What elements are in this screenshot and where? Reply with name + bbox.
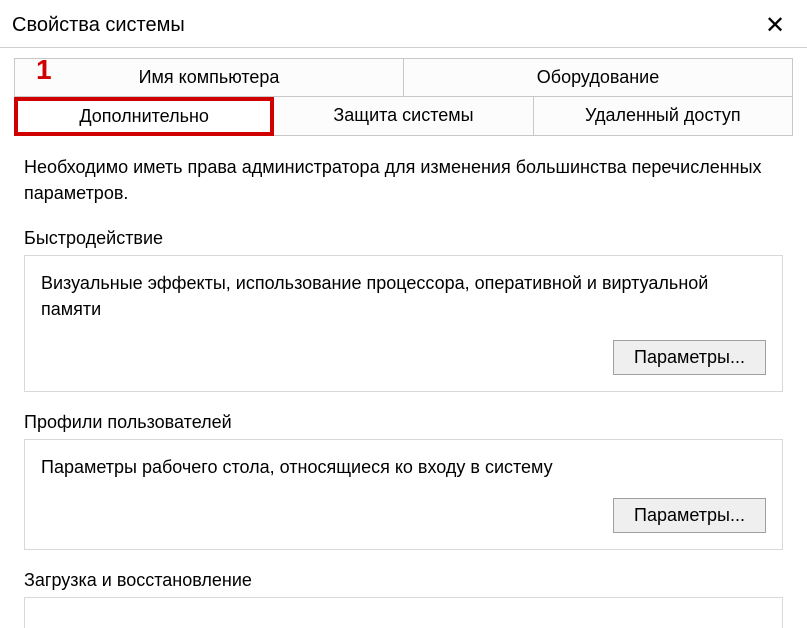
- tab-advanced[interactable]: Дополнительно: [14, 97, 274, 136]
- profiles-settings-button[interactable]: Параметры...: [613, 498, 766, 533]
- performance-settings-button[interactable]: Параметры...: [613, 340, 766, 375]
- group-startup: Загрузка и восстановление: [24, 570, 783, 628]
- tab-system-protection[interactable]: Защита системы: [274, 97, 533, 136]
- tabs-row-top: Имя компьютера Оборудование: [14, 58, 793, 97]
- group-performance-title: Быстродействие: [24, 228, 783, 249]
- close-icon[interactable]: ✕: [755, 14, 795, 38]
- window-title: Свойства системы: [12, 14, 185, 37]
- intro-text: Необходимо иметь права администратора дл…: [24, 154, 783, 206]
- group-performance-btn-row: Параметры...: [41, 340, 766, 375]
- tabs-container: Имя компьютера Оборудование Дополнительн…: [0, 48, 807, 136]
- group-profiles-box: Параметры рабочего стола, относящиеся ко…: [24, 439, 783, 550]
- group-profiles-btn-row: Параметры...: [41, 498, 766, 533]
- tabs-row-bottom: Дополнительно Защита системы Удаленный д…: [14, 97, 793, 136]
- tab-remote-access[interactable]: Удаленный доступ: [534, 97, 793, 136]
- group-profiles: Профили пользователей Параметры рабочего…: [24, 412, 783, 550]
- group-startup-title: Загрузка и восстановление: [24, 570, 783, 591]
- group-profiles-title: Профили пользователей: [24, 412, 783, 433]
- content-area: Необходимо иметь права администратора дл…: [0, 136, 807, 628]
- group-profiles-desc: Параметры рабочего стола, относящиеся ко…: [41, 454, 766, 480]
- group-performance-box: Визуальные эффекты, использование процес…: [24, 255, 783, 392]
- group-performance-desc: Визуальные эффекты, использование процес…: [41, 270, 766, 322]
- group-startup-box: [24, 597, 783, 628]
- group-performance: Быстродействие Визуальные эффекты, испол…: [24, 228, 783, 392]
- titlebar: Свойства системы ✕: [0, 0, 807, 48]
- annotation-marker: 1: [36, 54, 52, 86]
- tab-computer-name[interactable]: Имя компьютера: [14, 58, 404, 97]
- tab-hardware[interactable]: Оборудование: [404, 58, 793, 97]
